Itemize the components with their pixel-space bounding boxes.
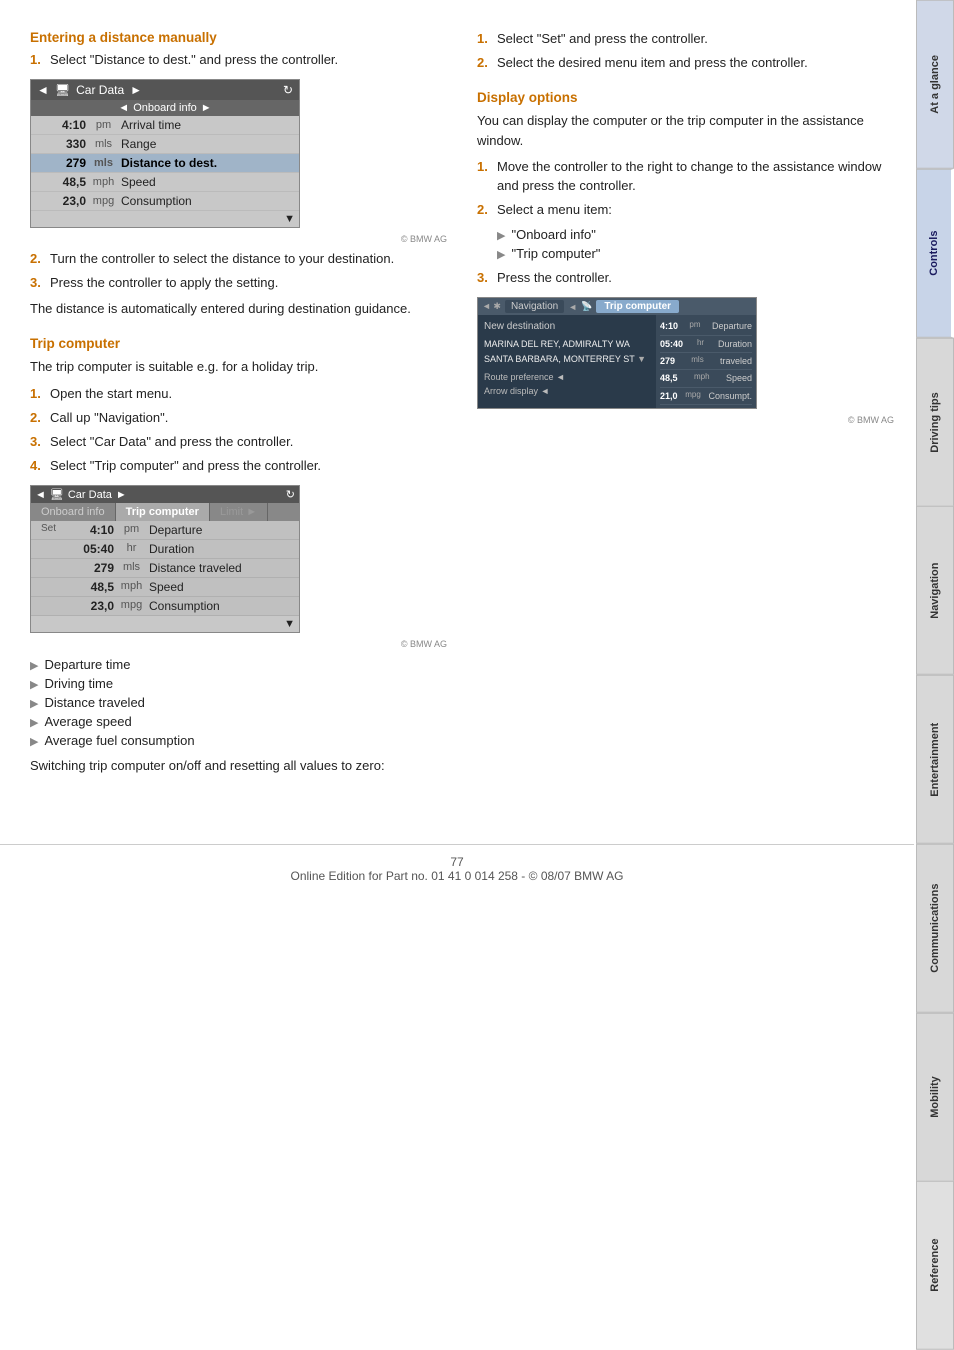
scroll-indicator: ▼	[31, 211, 299, 227]
tab-driving-tips[interactable]: Driving tips	[916, 338, 954, 507]
list-item: 3. Select "Car Data" and press the contr…	[30, 433, 447, 451]
tab-reference[interactable]: Reference	[916, 1181, 954, 1350]
tab-limit[interactable]: Limit ►	[210, 503, 268, 521]
tab-entertainment[interactable]: Entertainment	[916, 675, 954, 844]
trip-tabs: Onboard info Trip computer Limit ►	[31, 503, 299, 521]
continued-steps: 1. Select "Set" and press the controller…	[477, 30, 894, 72]
tab-trip-computer[interactable]: Trip computer	[116, 503, 210, 521]
nav-route-left: New destination MARINA DEL REY, ADMIRALT…	[478, 315, 656, 408]
nav-data-panel: 4:10 pm Departure 05:40 hr Duration 279 …	[656, 315, 756, 408]
list-item: 4. Select "Trip computer" and press the …	[30, 457, 447, 475]
tab-onboard[interactable]: Onboard info	[31, 503, 116, 521]
image-caption-2: © BMW AG	[30, 639, 447, 649]
section-heading-display: Display options	[477, 90, 894, 105]
nav-data-row: 4:10 pm Departure	[660, 318, 752, 335]
tab-mobility[interactable]: Mobility	[916, 1013, 954, 1182]
section-heading-entering: Entering a distance manually	[30, 30, 447, 45]
nav-route: New destination MARINA DEL REY, ADMIRALT…	[478, 315, 756, 408]
trip-intro: The trip computer is suitable e.g. for a…	[30, 357, 447, 377]
trip-row: 48,5 mph Speed	[31, 578, 299, 597]
trip-row: Set 4:10 pm Departure	[31, 521, 299, 540]
image-caption-3: © BMW AG	[477, 415, 894, 425]
nav-data-row: 279 mls traveled	[660, 353, 752, 370]
page-footer: 77 Online Edition for Part no. 01 41 0 0…	[0, 844, 914, 883]
car-data-row: 330 mls Range	[31, 135, 299, 154]
tab-at-a-glance[interactable]: At a glance	[916, 0, 954, 169]
nav-data-row: 05:40 hr Duration	[660, 336, 752, 353]
image-caption: © BMW AG	[30, 234, 447, 244]
list-item: ▶ "Onboard info"	[497, 227, 894, 242]
car-data-row: 48,5 mph Speed	[31, 173, 299, 192]
tab-communications[interactable]: Communications	[916, 844, 954, 1013]
car-data-header-1: ◄ 🖥 Car Data ► ↻	[31, 80, 299, 100]
trip-widget-header: ◄ 🖥 Car Data ► ↻	[31, 486, 299, 503]
scroll-indicator-2: ▼	[31, 616, 299, 632]
trip-row: 279 mls Distance traveled	[31, 559, 299, 578]
list-item: 3. Press the controller.	[477, 269, 894, 287]
section-heading-trip: Trip computer	[30, 336, 447, 351]
nav-screenshot: ◄ ✱ Navigation ◄ 📡 Trip computer New des…	[477, 297, 757, 409]
tab-controls[interactable]: Controls	[916, 169, 954, 338]
car-data-row-highlighted: 279 mls Distance to dest.	[31, 154, 299, 173]
car-data-row: 23,0 mpg Consumption	[31, 192, 299, 211]
main-content: Entering a distance manually 1. Select "…	[0, 0, 914, 804]
trip-computer-widget: ◄ 🖥 Car Data ► ↻ Onboard info Trip compu…	[30, 485, 300, 633]
page-number: 77	[0, 855, 914, 869]
footer-text: Online Edition for Part no. 01 41 0 014 …	[0, 869, 914, 883]
nav-data-row: 21,0 mpg Consumpt.	[660, 388, 752, 405]
trip-steps: 1. Open the start menu. 2. Call up "Navi…	[30, 385, 447, 476]
list-item: ▶ Distance traveled	[30, 695, 447, 710]
trip-row: 05:40 hr Duration	[31, 540, 299, 559]
side-tabs: At a glance Controls Driving tips Naviga…	[916, 0, 954, 1350]
entering-steps-2: 2. Turn the controller to select the dis…	[30, 250, 447, 292]
display-step-3: 3. Press the controller.	[477, 269, 894, 287]
feature-bullet-list: ▶ Departure time ▶ Driving time ▶ Distan…	[30, 657, 447, 748]
trip-row: 23,0 mpg Consumption	[31, 597, 299, 616]
list-item: 2. Select the desired menu item and pres…	[477, 54, 894, 72]
nav-data-row: 48,5 mph Speed	[660, 370, 752, 387]
tab-navigation[interactable]: Navigation	[916, 506, 954, 675]
nav-top-bar: ◄ ✱ Navigation ◄ 📡 Trip computer	[478, 298, 756, 315]
menu-items-list: ▶ "Onboard info" ▶ "Trip computer"	[497, 227, 894, 261]
list-item: ▶ Average speed	[30, 714, 447, 729]
list-item: 1. Open the start menu.	[30, 385, 447, 403]
list-item: 2. Turn the controller to select the dis…	[30, 250, 447, 268]
right-column: 1. Select "Set" and press the controller…	[477, 30, 894, 784]
car-data-widget-1: ◄ 🖥 Car Data ► ↻ ◄ Onboard info ► 4:10 p…	[30, 79, 300, 228]
list-item: 1. Select "Distance to dest." and press …	[30, 51, 447, 69]
closing-text: Switching trip computer on/off and reset…	[30, 756, 447, 776]
left-column: Entering a distance manually 1. Select "…	[30, 30, 447, 784]
list-item: 2. Call up "Navigation".	[30, 409, 447, 427]
list-item: 3. Press the controller to apply the set…	[30, 274, 447, 292]
car-data-row: 4:10 pm Arrival time	[31, 116, 299, 135]
list-item: 1. Select "Set" and press the controller…	[477, 30, 894, 48]
list-item: ▶ Driving time	[30, 676, 447, 691]
list-item: 2. Select a menu item:	[477, 201, 894, 219]
car-data-subheader-1: ◄ Onboard info ►	[31, 100, 299, 116]
entering-note: The distance is automatically entered du…	[30, 299, 447, 319]
list-item: ▶ Departure time	[30, 657, 447, 672]
entering-steps: 1. Select "Distance to dest." and press …	[30, 51, 447, 69]
display-steps: 1. Move the controller to the right to c…	[477, 158, 894, 219]
list-item: 1. Move the controller to the right to c…	[477, 158, 894, 194]
list-item: ▶ Average fuel consumption	[30, 733, 447, 748]
display-intro: You can display the computer or the trip…	[477, 111, 894, 150]
list-item: ▶ "Trip computer"	[497, 246, 894, 261]
